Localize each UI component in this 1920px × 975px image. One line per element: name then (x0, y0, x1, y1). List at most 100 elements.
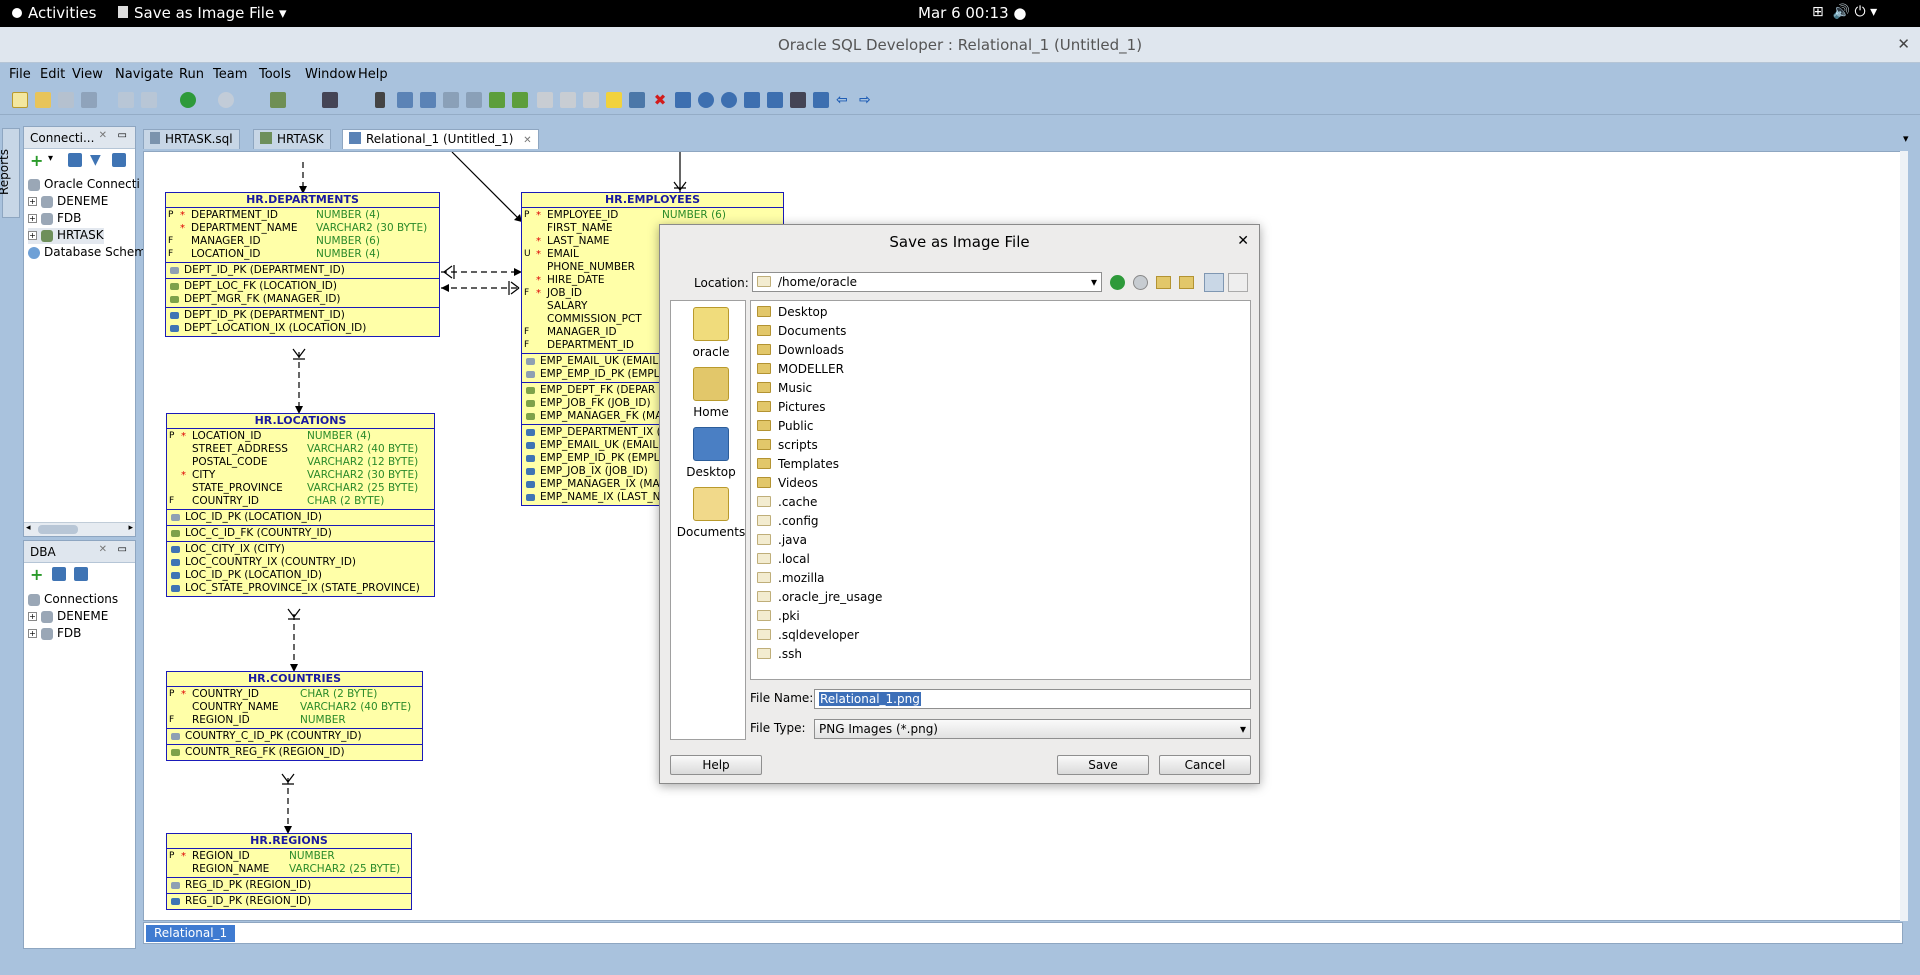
tab-relational-1[interactable]: Relational_1 (Untitled_1) ✕ (342, 129, 539, 149)
dba-tree-fdb[interactable]: + FDB (28, 626, 81, 642)
file-item[interactable]: .oracle_jre_usage (757, 588, 882, 607)
menu-navigate[interactable]: Navigate (115, 67, 173, 82)
reports-side-tab[interactable]: Reports (0, 128, 20, 218)
menu-tools[interactable]: Tools (259, 67, 291, 82)
place-documents[interactable]: Documents (671, 487, 751, 539)
horizontal-scrollbar[interactable]: ◂ ▸ (24, 522, 135, 536)
tree-fdb[interactable]: + FDB (28, 211, 81, 227)
new-folder-icon[interactable] (1156, 276, 1171, 289)
back-icon[interactable] (180, 92, 196, 108)
sql-worksheet-icon[interactable] (270, 92, 286, 108)
fit-diagram-icon[interactable] (744, 92, 760, 108)
undo-icon[interactable] (118, 92, 134, 108)
place-oracle[interactable]: oracle (671, 307, 751, 359)
file-item[interactable]: .sqldeveloper (757, 626, 859, 645)
align-top-icon[interactable] (560, 92, 576, 108)
details-view-icon[interactable] (1228, 273, 1248, 292)
dba-tree-deneme[interactable]: + DENEME (28, 609, 108, 625)
file-list[interactable]: Desktop Documents Downloads MODELLER Music Pi… (750, 300, 1251, 680)
dba-tree-connections[interactable]: Connections (28, 592, 118, 608)
home-folder-icon[interactable] (1179, 276, 1194, 289)
tree-oracle-connections[interactable]: Oracle Connecti (28, 177, 140, 193)
close-tab-icon[interactable]: ✕ (523, 135, 531, 146)
file-item[interactable]: Public (757, 417, 814, 436)
find-icon[interactable] (790, 92, 806, 108)
connections-panel-title[interactable]: Connecti... (30, 131, 94, 145)
menu-file[interactable]: File (9, 67, 31, 82)
minimize-icon[interactable]: ▭ (118, 130, 127, 141)
tab-hrtask-sql[interactable]: HRTASK.sql (143, 129, 240, 149)
help-button[interactable]: Help (670, 755, 762, 775)
print-icon[interactable] (813, 92, 829, 108)
tab-hrtask[interactable]: HRTASK (253, 129, 331, 149)
tree-hrtask[interactable]: + HRTASK (28, 228, 104, 244)
clock[interactable]: Mar 6 00:13 ● (918, 4, 1026, 22)
file-name-input[interactable]: Relational_1.png (814, 689, 1251, 709)
save-button[interactable]: Save (1057, 755, 1149, 775)
file-item[interactable]: Music (757, 379, 812, 398)
canvas-vertical-scrollbar[interactable] (1900, 151, 1908, 921)
scroll-thumb[interactable] (38, 525, 78, 534)
tree-deneme[interactable]: + DENEME (28, 194, 108, 210)
expand-icon[interactable]: + (28, 214, 37, 223)
add-connection-icon[interactable]: + (30, 153, 43, 169)
expand-icon[interactable]: + (28, 612, 37, 621)
file-item[interactable]: Desktop (757, 303, 828, 322)
location-select[interactable]: /home/oracle ▾ (752, 272, 1102, 292)
tab-relational-1-bottom[interactable]: Relational_1 (146, 925, 236, 942)
entity-departments[interactable]: HR.DEPARTMENTS P * DEPARTMENT_ID NUMBER (4) *… (165, 192, 440, 337)
place-home[interactable]: Home (671, 367, 751, 419)
file-item[interactable]: .pki (757, 607, 800, 626)
app-menu[interactable]: Save as Image File ▾ (118, 4, 287, 22)
zoom-in-icon[interactable] (698, 92, 714, 108)
new-icon[interactable] (12, 92, 28, 108)
new-table-icon[interactable] (397, 92, 413, 108)
file-item[interactable]: Pictures (757, 398, 826, 417)
note-icon[interactable] (606, 92, 622, 108)
menu-edit[interactable]: Edit (40, 67, 65, 82)
filter-icon[interactable]: ▼ (90, 153, 101, 167)
file-item[interactable]: .mozilla (757, 569, 825, 588)
file-item[interactable]: .local (757, 550, 810, 569)
file-item[interactable]: Downloads (757, 341, 844, 360)
entity-countries[interactable]: HR.COUNTRIES P * COUNTRY_ID CHAR (2 BYTE) COU… (166, 671, 423, 761)
file-type-select[interactable]: PNG Images (*.png) ▾ (814, 719, 1251, 739)
scroll-right-icon[interactable]: ▸ (128, 523, 133, 533)
image-icon[interactable] (629, 92, 645, 108)
entity-regions[interactable]: HR.REGIONS P * REGION_ID NUMBER REGION_NAME VA… (166, 833, 412, 910)
entity-locations[interactable]: HR.LOCATIONS P * LOCATION_ID NUMBER (4) STREE… (166, 413, 435, 597)
minimize-icon[interactable]: ▭ (118, 544, 127, 555)
file-item[interactable]: scripts (757, 436, 818, 455)
new-view-icon[interactable] (420, 92, 436, 108)
align-center-icon[interactable] (583, 92, 599, 108)
file-item[interactable]: Templates (757, 455, 839, 474)
menu-view[interactable]: View (72, 67, 103, 82)
file-item[interactable]: Videos (757, 474, 818, 493)
scroll-left-icon[interactable]: ◂ (26, 523, 31, 533)
find-db-object-icon[interactable] (322, 92, 338, 108)
copy-icon[interactable] (74, 567, 88, 581)
close-panel-icon[interactable]: ✕ (99, 130, 107, 141)
expand-icon[interactable]: + (28, 197, 37, 206)
menu-window[interactable]: Window (305, 67, 356, 82)
menu-help[interactable]: Help (358, 67, 388, 82)
merge-tables-icon[interactable] (466, 92, 482, 108)
open-icon[interactable] (35, 92, 51, 108)
system-tray[interactable]: ⊞ 🔊 ⏻ ▾ (1812, 4, 1877, 20)
list-view-icon[interactable] (1204, 273, 1224, 292)
file-item[interactable]: .cache (757, 493, 817, 512)
save-icon[interactable] (58, 92, 74, 108)
layout-icon[interactable] (767, 92, 783, 108)
nav-back-arrow-icon[interactable]: ⇦ (836, 92, 852, 108)
save-all-icon[interactable] (81, 92, 97, 108)
zoom-out-icon[interactable] (721, 92, 737, 108)
tab-list-icon[interactable]: ▾ (1903, 132, 1909, 145)
fit-screen-icon[interactable] (675, 92, 691, 108)
file-item[interactable]: .ssh (757, 645, 802, 664)
split-table-icon[interactable] (443, 92, 459, 108)
add-connection-icon[interactable]: + (30, 567, 43, 583)
redo-icon[interactable] (141, 92, 157, 108)
expand-icon[interactable]: + (28, 231, 37, 240)
file-item[interactable]: .config (757, 512, 819, 531)
go-up-icon[interactable] (1133, 275, 1148, 290)
